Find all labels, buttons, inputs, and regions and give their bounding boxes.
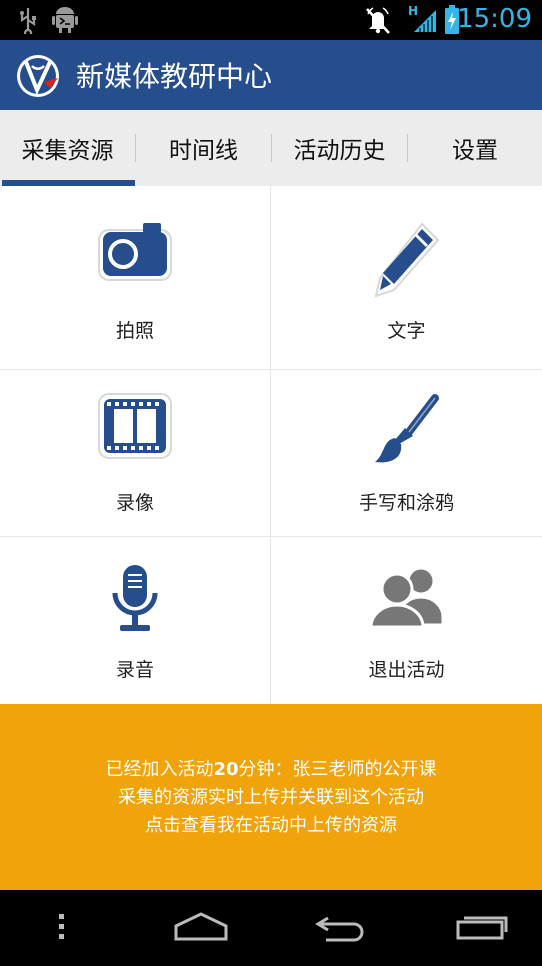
banner-line-1-prefix: 已经加入活动: [105, 759, 214, 780]
tab-label: 时间线: [169, 138, 238, 164]
grid-divider: [270, 186, 271, 704]
microphone-icon: [110, 563, 160, 639]
banner-line-2: 采集的资源实时上传并关联到这个活动: [118, 787, 424, 808]
app-logo[interactable]: [14, 52, 62, 100]
clock: 15:09: [457, 4, 532, 34]
banner-line-3: 点击查看我在活动中上传的资源: [145, 815, 397, 836]
signal-icon: H: [408, 4, 438, 38]
recent-apps-icon: [456, 916, 508, 940]
banner-line-1-suffix: 分钟：张三老师的公开课: [238, 759, 437, 780]
grid-divider: [0, 536, 542, 537]
exit-activity-button[interactable]: 退出活动: [271, 537, 542, 704]
mute-ring-icon: [364, 6, 392, 38]
tab-settings[interactable]: 设置: [408, 110, 542, 186]
activity-info-banner[interactable]: 已经加入活动20分钟：张三老师的公开课 采集的资源实时上传并关联到这个活动 点击…: [0, 704, 542, 890]
text-note-button[interactable]: 文字: [271, 186, 542, 369]
handwriting-button[interactable]: 手写和涂鸦: [271, 370, 542, 536]
take-photo-button[interactable]: 拍照: [0, 186, 270, 369]
menu-button[interactable]: [46, 890, 76, 962]
navigation-bar: [0, 890, 542, 962]
tab-activity-history[interactable]: 活动历史: [272, 110, 407, 186]
handwriting-label: 手写和涂鸦: [358, 492, 454, 514]
film-icon: [97, 392, 173, 464]
pencil-icon: [372, 220, 442, 304]
banner-minutes: 20: [213, 759, 239, 780]
usb-icon: [18, 6, 38, 38]
tab-label: 活动历史: [293, 138, 386, 164]
grid-divider: [0, 369, 542, 370]
back-button[interactable]: [310, 890, 372, 962]
record-video-label: 录像: [115, 492, 154, 514]
app-title: 新媒体教研中心: [76, 60, 273, 93]
camera-icon: [97, 220, 173, 286]
network-type-label: H: [408, 4, 418, 18]
brush-icon: [369, 392, 445, 472]
android-debug-icon: [52, 6, 78, 38]
home-button[interactable]: [170, 890, 232, 962]
tab-label: 设置: [452, 138, 498, 164]
record-audio-button[interactable]: 录音: [0, 537, 270, 704]
home-icon: [174, 912, 228, 941]
text-note-label: 文字: [387, 320, 426, 342]
tab-timeline[interactable]: 时间线: [136, 110, 271, 186]
take-photo-label: 拍照: [115, 320, 154, 342]
back-arrow-icon: [315, 916, 364, 942]
status-bar: H 15:09: [0, 0, 542, 40]
overflow-menu-icon: [59, 914, 64, 939]
people-icon: [368, 565, 445, 635]
recent-apps-button[interactable]: [452, 890, 514, 962]
exit-activity-label: 退出活动: [368, 659, 445, 681]
action-grid: 拍照 文字 录像 手写和涂鸦 录音 退出活动: [0, 186, 542, 704]
banner-line-1: 已经加入活动20分钟：张三老师的公开课: [0, 756, 542, 784]
tab-collect-resources[interactable]: 采集资源: [0, 110, 135, 186]
record-video-button[interactable]: 录像: [0, 370, 270, 536]
tab-bar: 采集资源 时间线 活动历史 设置: [0, 110, 542, 188]
tab-label: 采集资源: [21, 138, 114, 164]
record-audio-label: 录音: [115, 659, 154, 681]
app-bar: 新媒体教研中心: [0, 40, 542, 110]
